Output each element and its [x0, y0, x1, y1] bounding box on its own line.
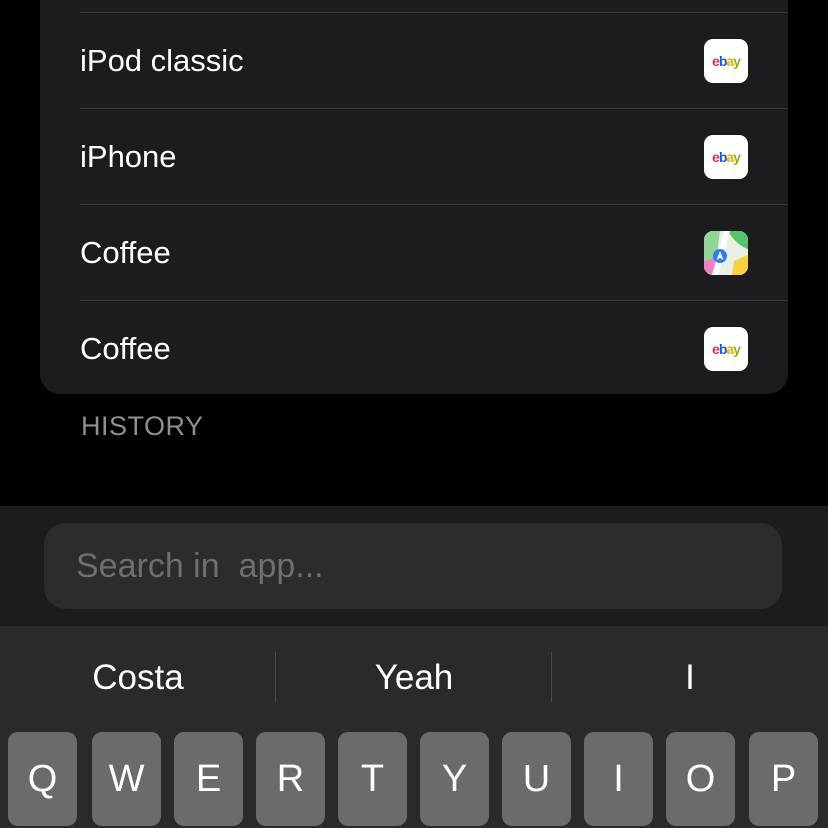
key-p[interactable]: P: [749, 732, 818, 826]
ebay-icon: ebay: [704, 39, 748, 83]
result-row-iphone[interactable]: iPhone ebay: [80, 108, 788, 205]
results-card: iPod classic ebay iPhone ebay Coffee Cof…: [40, 0, 788, 394]
key-q[interactable]: Q: [8, 732, 77, 826]
predictive-bar: Costa Yeah I: [0, 626, 828, 730]
suggestion-yeah[interactable]: Yeah: [276, 626, 552, 730]
ebay-icon: ebay: [704, 135, 748, 179]
key-w[interactable]: W: [92, 732, 161, 826]
suggestion-i[interactable]: I: [552, 626, 828, 730]
history-section-header: HISTORY: [81, 411, 204, 441]
search-input[interactable]: [44, 523, 782, 609]
key-i[interactable]: I: [584, 732, 653, 826]
key-t[interactable]: T: [338, 732, 407, 826]
result-label: Coffee: [80, 331, 171, 366]
suggestion-costa[interactable]: Costa: [0, 626, 276, 730]
result-row-coffee-maps[interactable]: Coffee: [80, 204, 788, 301]
ebay-icon: ebay: [704, 327, 748, 371]
maps-icon: [704, 231, 748, 275]
result-label: Coffee: [80, 235, 171, 270]
search-panel: [0, 506, 828, 626]
result-label: iPhone: [80, 139, 177, 174]
keyboard: Costa Yeah I Q W E R T Y U I O P: [0, 626, 828, 828]
key-u[interactable]: U: [502, 732, 571, 826]
key-o[interactable]: O: [666, 732, 735, 826]
result-row-coffee-ebay[interactable]: Coffee ebay: [80, 300, 788, 394]
key-r[interactable]: R: [256, 732, 325, 826]
key-y[interactable]: Y: [420, 732, 489, 826]
key-e[interactable]: E: [174, 732, 243, 826]
result-label: iPod classic: [80, 43, 244, 78]
result-row-ipod-classic[interactable]: iPod classic ebay: [80, 12, 788, 109]
